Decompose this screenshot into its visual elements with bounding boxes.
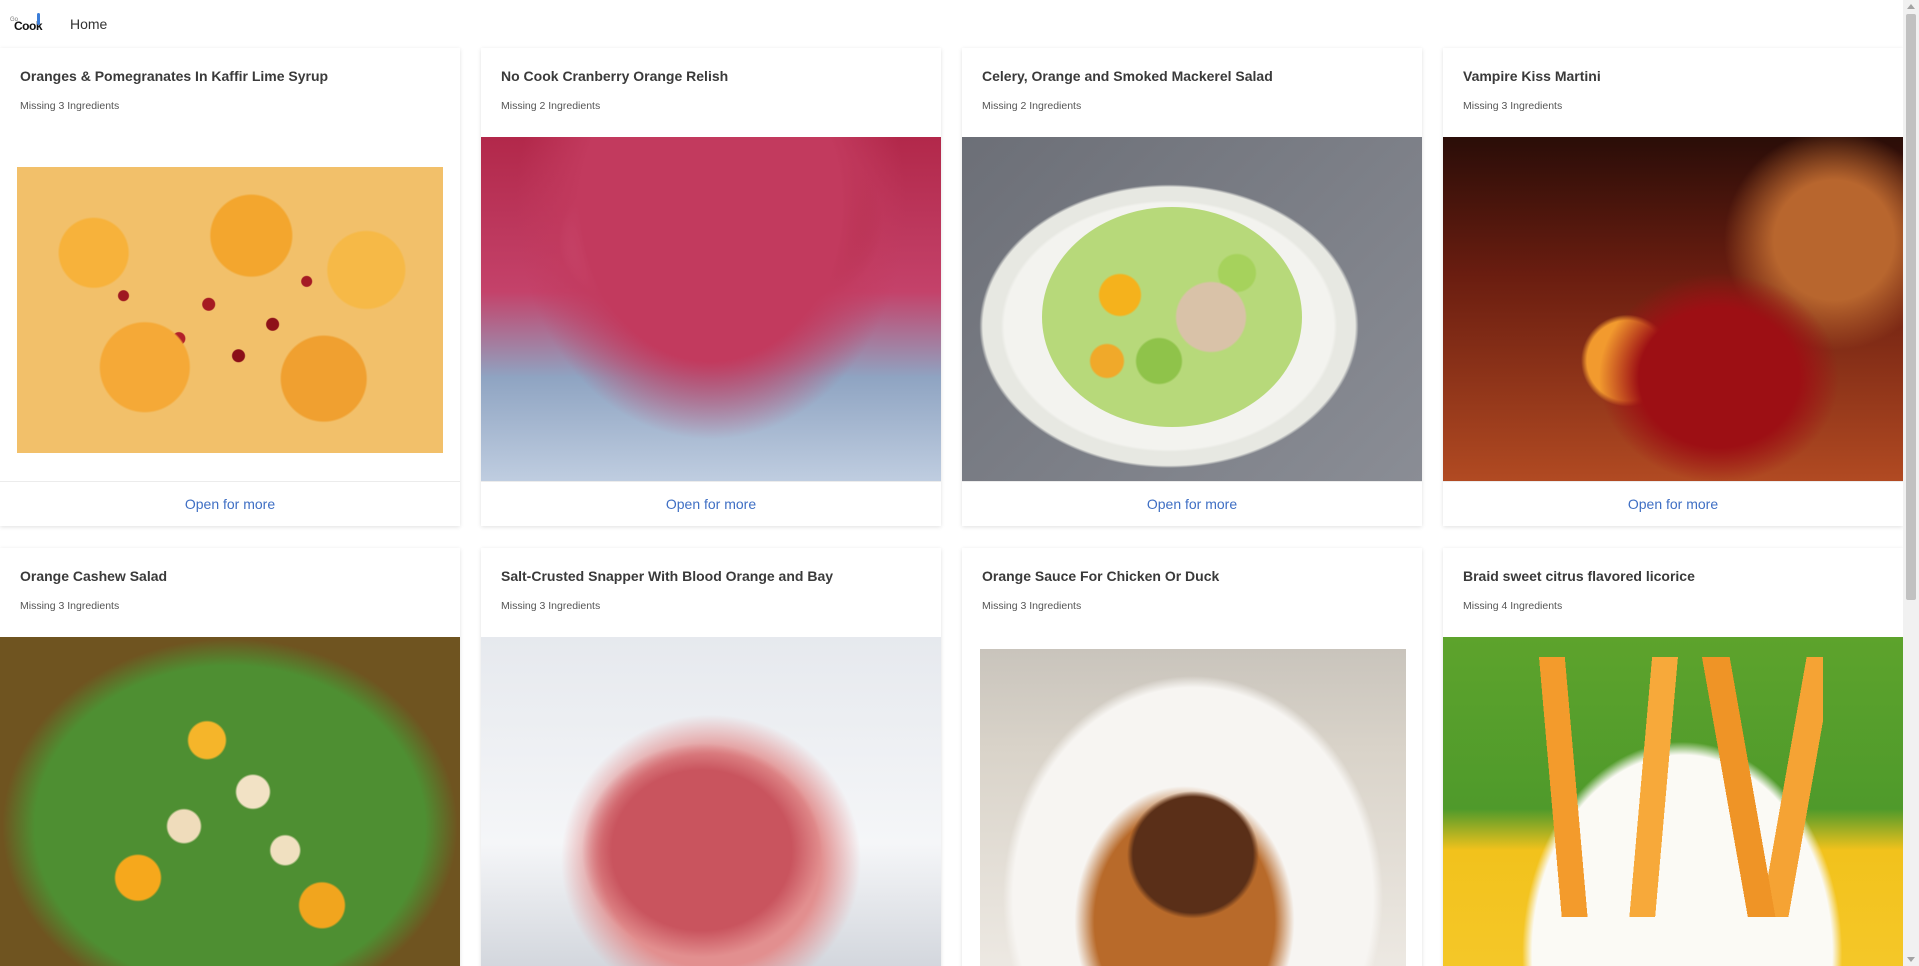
app-logo[interactable]: Go Cook (10, 11, 46, 37)
card-header: Orange Cashew Salad Missing 3 Ingredient… (0, 548, 460, 637)
cashew-salad-photo (0, 637, 460, 966)
missing-ingredients: Missing 3 Ingredients (20, 600, 120, 612)
card-header: Orange Sauce For Chicken Or Duck Missing… (962, 548, 1422, 637)
snapper-photo (481, 637, 941, 966)
recipe-title: Braid sweet citrus flavored licorice (1463, 568, 1695, 584)
cranberry-relish-photo (481, 137, 941, 481)
recipe-title: Celery, Orange and Smoked Mackerel Salad (982, 68, 1273, 84)
top-navbar: Go Cook Home (0, 0, 1903, 48)
duck-photo (980, 649, 1406, 966)
missing-ingredients: Missing 3 Ingredients (1463, 100, 1563, 112)
card-header: Vampire Kiss Martini Missing 3 Ingredien… (1443, 48, 1903, 137)
card-footer: Open for more (1443, 481, 1903, 526)
recipe-image (481, 637, 941, 966)
salad-bowl-contents (1042, 207, 1302, 427)
mackerel-salad-photo (962, 137, 1422, 481)
vertical-scrollbar[interactable] (1903, 0, 1919, 966)
recipe-image (481, 137, 941, 481)
recipe-image (1443, 137, 1903, 481)
missing-ingredients: Missing 3 Ingredients (501, 600, 601, 612)
open-recipe-link[interactable]: Open for more (1628, 496, 1718, 512)
card-footer: Open for more (962, 481, 1422, 526)
recipe-card: Oranges & Pomegranates In Kaffir Lime Sy… (0, 48, 460, 526)
scrollbar-thumb[interactable] (1906, 14, 1916, 600)
nav-home-link[interactable]: Home (70, 16, 107, 32)
card-footer: Open for more (481, 481, 941, 526)
licorice-sticks (1523, 657, 1823, 917)
recipe-image (0, 137, 460, 481)
recipe-card: No Cook Cranberry Orange Relish Missing … (481, 48, 941, 526)
recipe-grid: Oranges & Pomegranates In Kaffir Lime Sy… (0, 48, 1903, 966)
missing-ingredients: Missing 2 Ingredients (982, 100, 1082, 112)
recipe-image (962, 637, 1422, 966)
scroll-up-arrow-icon[interactable] (1907, 4, 1915, 9)
missing-ingredients: Missing 3 Ingredients (20, 100, 120, 112)
recipe-image (1443, 637, 1903, 966)
scroll-down-arrow-icon[interactable] (1907, 957, 1915, 962)
recipe-card: Orange Cashew Salad Missing 3 Ingredient… (0, 548, 460, 966)
recipe-card: Orange Sauce For Chicken Or Duck Missing… (962, 548, 1422, 966)
open-recipe-link[interactable]: Open for more (185, 496, 275, 512)
recipe-title: No Cook Cranberry Orange Relish (501, 68, 729, 84)
open-recipe-link[interactable]: Open for more (1147, 496, 1237, 512)
card-header: Oranges & Pomegranates In Kaffir Lime Sy… (0, 48, 460, 137)
recipe-title: Orange Cashew Salad (20, 568, 168, 584)
recipe-card: Braid sweet citrus flavored licorice Mis… (1443, 548, 1903, 966)
spoon-icon (37, 13, 40, 25)
missing-ingredients: Missing 3 Ingredients (982, 600, 1082, 612)
card-header: Celery, Orange and Smoked Mackerel Salad… (962, 48, 1422, 137)
recipe-card: Celery, Orange and Smoked Mackerel Salad… (962, 48, 1422, 526)
recipe-title: Salt-Crusted Snapper With Blood Orange a… (501, 568, 834, 584)
recipe-title: Vampire Kiss Martini (1463, 68, 1601, 84)
recipe-card: Salt-Crusted Snapper With Blood Orange a… (481, 548, 941, 966)
recipe-image (962, 137, 1422, 481)
card-header: No Cook Cranberry Orange Relish Missing … (481, 48, 941, 137)
card-footer: Open for more (0, 481, 460, 526)
card-header: Braid sweet citrus flavored licorice Mis… (1443, 548, 1903, 637)
licorice-photo (1443, 637, 1903, 966)
card-header: Salt-Crusted Snapper With Blood Orange a… (481, 548, 941, 637)
martini-photo (1443, 137, 1903, 481)
missing-ingredients: Missing 2 Ingredients (501, 100, 601, 112)
recipe-title: Orange Sauce For Chicken Or Duck (982, 568, 1220, 584)
recipe-title: Oranges & Pomegranates In Kaffir Lime Sy… (20, 68, 329, 84)
recipe-image (0, 637, 460, 966)
missing-ingredients: Missing 4 Ingredients (1463, 600, 1563, 612)
open-recipe-link[interactable]: Open for more (666, 496, 756, 512)
recipe-card: Vampire Kiss Martini Missing 3 Ingredien… (1443, 48, 1903, 526)
oranges-pomegranates-photo (17, 167, 443, 453)
